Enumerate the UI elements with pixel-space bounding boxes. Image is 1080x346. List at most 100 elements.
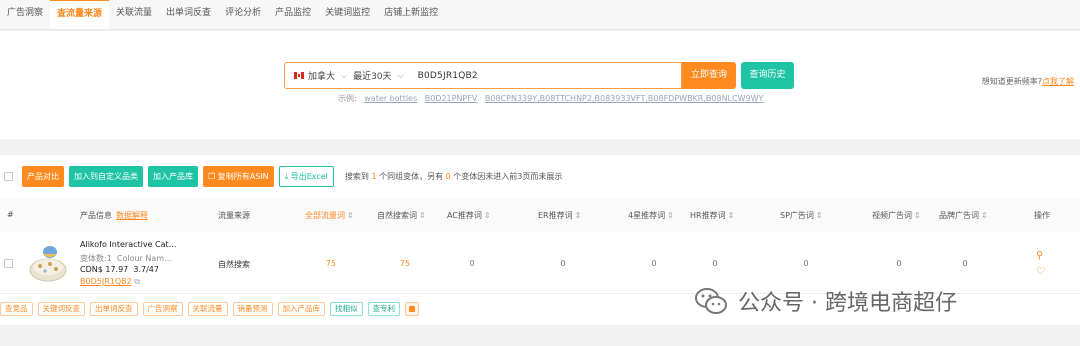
tab-keyword-monitor[interactable]: 关键词监控 (318, 0, 377, 29)
search-icon[interactable]: ⚲ (1036, 250, 1043, 261)
col-product-label: 产品信息 (80, 211, 112, 220)
sort-icon: ⇕ (419, 211, 426, 220)
data-explain-link[interactable]: 数据解释 (116, 211, 148, 220)
canada-flag-icon (294, 72, 304, 79)
col-er-keywords[interactable]: ER推荐词 ⇕ (538, 210, 581, 221)
product-variants: 变体数:1 Colour Nam… (80, 253, 172, 264)
watermark: 公众号 · 跨境电商超仔 (694, 285, 957, 317)
example-link[interactable]: water bottles (364, 94, 417, 103)
col-label: 全部流量词 (305, 211, 345, 220)
col-source: 流量来源 (218, 211, 250, 220)
search-examples: 示例: water bottles B0D21PNPFV B08CPN339Y,… (338, 93, 763, 104)
tab-ad-insight[interactable]: 广告洞察 (0, 0, 50, 29)
sort-icon: ⇕ (914, 211, 921, 220)
4star-keywords-value: 0 (651, 259, 657, 268)
col-natural-keywords[interactable]: 自然搜索词 ⇕ (377, 210, 426, 221)
tab-store-new-monitor[interactable]: 店铺上新监控 (377, 0, 445, 29)
col-ac-keywords[interactable]: AC推荐词 ⇕ (447, 210, 491, 221)
freq-text: 想知道更新频率? (981, 77, 1042, 86)
col-all-keywords[interactable]: 全部流量词 ⇕ (305, 210, 354, 221)
compare-button[interactable]: 产品对比 (22, 165, 64, 187)
watermark-text: 公众号 · 跨境电商超仔 (738, 291, 957, 316)
col-label: 视频广告词 (872, 211, 912, 220)
col-label: 自然搜索词 (377, 211, 417, 220)
example-link[interactable]: B0D21PNPFV (425, 94, 478, 103)
table-header: # 产品信息 数据解释 流量来源 全部流量词 ⇕ 自然搜索词 ⇕ AC推荐词 ⇕ ER推… (0, 199, 1080, 232)
sort-icon: ⇕ (815, 211, 823, 220)
tab-product-monitor[interactable]: 产品监控 (268, 0, 318, 29)
hr-keywords-value: 0 (712, 259, 718, 268)
page-bottom (0, 332, 1080, 346)
freq-link[interactable]: 点我了解 (1042, 77, 1074, 86)
col-label: AC推荐词 (447, 211, 482, 220)
query-button[interactable]: 立即查询 (682, 62, 736, 89)
row-checkbox[interactable] (4, 259, 13, 268)
tag-competitor[interactable]: 查竞品 (0, 302, 33, 316)
tag-order-keyword[interactable]: 出单词反查 (90, 302, 138, 316)
col-num: # (7, 210, 14, 219)
col-4star-keywords[interactable]: 4星推荐词 ⇕ (628, 210, 674, 221)
tab-order-keyword-lookup[interactable]: 出单词反查 (159, 0, 218, 29)
col-video-keywords[interactable]: 视频广告词 ⇕ (872, 210, 921, 221)
sort-icon: ⇕ (981, 211, 988, 220)
heart-icon[interactable]: ♡ (1036, 266, 1045, 277)
tag-keyword-reverse[interactable]: 关键词反查 (37, 302, 85, 316)
ac-keywords-value: 0 (469, 259, 475, 268)
history-button[interactable]: 查询历史 (741, 62, 794, 89)
col-label: HR推荐词 (690, 211, 726, 220)
tab-related-traffic[interactable]: 关联流量 (109, 0, 159, 29)
search-input[interactable]: B0D5JR1QB2 (418, 71, 478, 81)
external-link-icon[interactable]: ⧉ (134, 277, 140, 286)
product-price-rating: CDN$ 17.97 3.7/47 (80, 265, 159, 274)
example-link[interactable]: B08CPN339Y,B08TTCHNP2,B083933VFT,B08FDPW… (485, 94, 764, 103)
summary-prefix: 搜索到 (344, 171, 369, 181)
sort-icon: ⇕ (727, 211, 735, 220)
copy-asin-button[interactable]: ❐ 复制所有ASIN (203, 165, 274, 187)
col-ops: 操作 (1034, 211, 1050, 220)
country-select[interactable]: 加拿大 (308, 69, 335, 82)
sort-icon: ⇕ (483, 211, 491, 220)
col-label: ER推荐词 (538, 211, 573, 220)
select-all-checkbox[interactable] (4, 171, 13, 181)
period-select[interactable]: 最近30天 (353, 69, 391, 82)
product-name[interactable]: Alikofo Interactive Cat… (80, 240, 177, 249)
video-keywords-value: 0 (896, 259, 902, 268)
product-rating: 3.7/47 (133, 265, 159, 274)
tag-ad-insight[interactable]: 广告洞察 (142, 302, 183, 316)
results-summary: 搜索到 1 个同组变体，另有 0 个变体因未进入前3页而未展示 (345, 171, 562, 182)
summary-mid: 个同组变体，另有 (379, 171, 444, 181)
asin-link[interactable]: B0D5JR1QB2 (80, 277, 132, 286)
sort-icon: ⇕ (667, 211, 674, 220)
product-asin[interactable]: B0D5JR1QB2 ⧉ (80, 277, 140, 287)
sort-icon: ⇕ (574, 211, 582, 220)
tag-sales-forecast[interactable]: 销量预测 (232, 302, 273, 316)
all-keywords-value[interactable]: 75 (316, 259, 346, 268)
summary-count: 0 (445, 171, 451, 181)
calculator-icon[interactable] (405, 302, 419, 316)
natural-keywords-value[interactable]: 75 (390, 259, 420, 268)
col-brand-keywords[interactable]: 品牌广告词 ⇕ (939, 210, 988, 221)
tab-traffic-source[interactable]: 查流量来源 (50, 0, 110, 29)
export-excel-button[interactable]: ⤓ 导出Excel (278, 165, 334, 187)
tag-related-traffic[interactable]: 关联流量 (187, 302, 228, 316)
product-thumbnail[interactable] (26, 240, 70, 286)
tag-patent[interactable]: 查专利 (367, 302, 400, 316)
search-panel: 加拿大 ⌵ 最近30天 ⌵ B0D5JR1QB2 立即查询 查询历史 示例: w… (0, 31, 1080, 139)
tag-add-library[interactable]: 加入产品库 (277, 302, 325, 316)
row-action-tags: 查竞品 关键词反查 出单词反查 广告洞察 关联流量 销量预测 加入产品库 找相似… (0, 302, 419, 316)
copy-asin-label: 复制所有ASIN (217, 171, 269, 181)
wechat-icon (695, 288, 727, 314)
add-category-button[interactable]: 加入到自定义品类 (69, 165, 143, 187)
tab-review-analysis[interactable]: 评论分析 (218, 0, 268, 29)
col-hr-keywords[interactable]: HR推荐词 ⇕ (690, 210, 734, 221)
col-sp-keywords[interactable]: SP广告词 ⇕ (780, 210, 823, 221)
variant-attribute: Colour Nam… (116, 254, 173, 263)
results-toolbar: 产品对比 加入到自定义品类 加入产品库 ❐ 复制所有ASIN ⤓ 导出Excel… (0, 165, 562, 187)
add-library-button[interactable]: 加入产品库 (148, 165, 198, 187)
chevron-down-icon[interactable]: ⌵ (341, 71, 347, 81)
update-frequency-hint: 想知道更新频率?点我了解 (982, 76, 1074, 87)
search-bar: 加拿大 ⌵ 最近30天 ⌵ B0D5JR1QB2 (284, 62, 682, 89)
chevron-down-icon[interactable]: ⌵ (398, 71, 404, 81)
tag-find-similar[interactable]: 找相似 (330, 302, 363, 316)
col-label: SP广告词 (780, 211, 814, 220)
